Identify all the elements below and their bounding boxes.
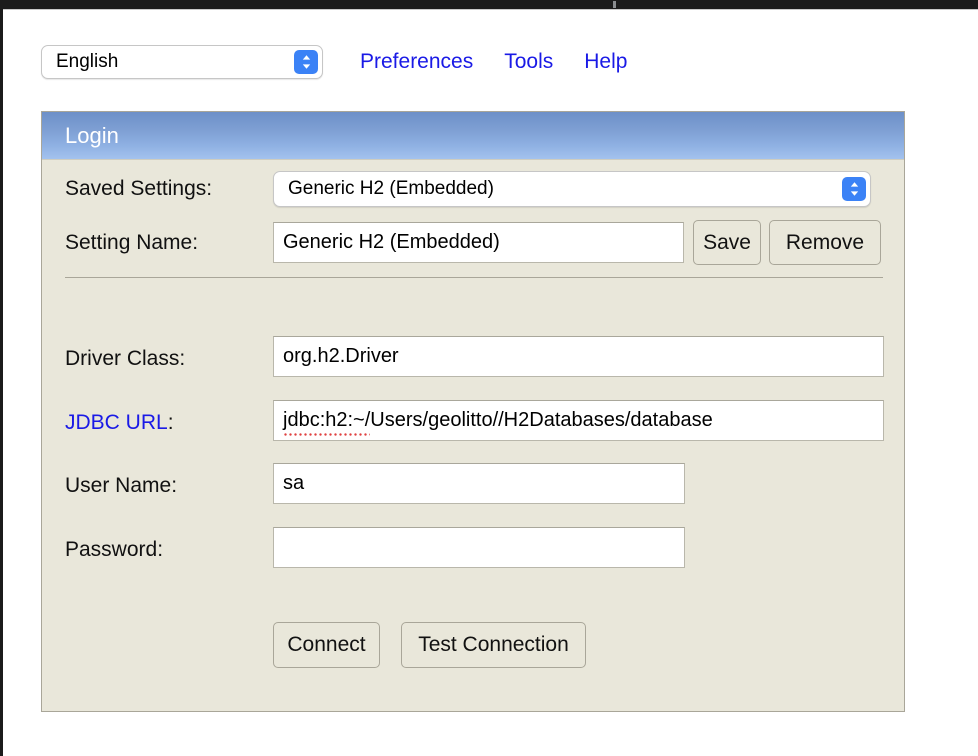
driver-class-label: Driver Class:	[65, 347, 186, 370]
page-viewport: English Preferences Tools Help Login Sav…	[3, 10, 978, 756]
test-connection-button[interactable]: Test Connection	[401, 622, 586, 668]
link-tools[interactable]: Tools	[504, 50, 553, 74]
jdbc-url-input[interactable]: jdbc:h2:~/Users/geolitto//H2Databases/da…	[273, 400, 884, 441]
saved-settings-select[interactable]: Generic H2 (Embedded)	[273, 171, 871, 207]
setting-name-label: Setting Name:	[65, 231, 199, 254]
connect-button[interactable]: Connect	[273, 622, 380, 668]
jdbc-url-label[interactable]: JDBC URL:	[65, 411, 174, 435]
saved-settings-label: Saved Settings:	[65, 177, 213, 200]
browser-chrome-strip	[0, 0, 978, 9]
top-toolbar: English Preferences Tools Help	[41, 45, 627, 79]
login-panel: Login Saved Settings: Generic H2 (Embedd…	[41, 111, 905, 712]
form-divider	[65, 277, 883, 278]
toolbar-links: Preferences Tools Help	[360, 50, 627, 74]
login-form: Saved Settings: Generic H2 (Embedded) Se…	[42, 160, 904, 711]
language-select-value: English	[56, 51, 119, 72]
jdbc-url-remainder: Users/geolitto//H2Databases/database	[370, 409, 713, 431]
saved-settings-value: Generic H2 (Embedded)	[288, 178, 494, 199]
link-help[interactable]: Help	[584, 50, 627, 74]
user-name-label: User Name:	[65, 474, 178, 497]
login-panel-header: Login	[42, 112, 904, 160]
chevron-up-down-icon[interactable]	[842, 177, 866, 201]
password-input[interactable]	[273, 527, 685, 568]
jdbc-url-misspelled-segment: jdbc:h2:~/	[283, 409, 371, 436]
driver-class-input[interactable]: org.h2.Driver	[273, 336, 884, 377]
password-label: Password:	[65, 538, 164, 561]
chrome-tab-divider	[613, 1, 616, 8]
user-name-input[interactable]: sa	[273, 463, 685, 504]
jdbc-url-label-colon: :	[167, 411, 174, 434]
link-preferences[interactable]: Preferences	[360, 50, 473, 74]
remove-button[interactable]: Remove	[769, 220, 881, 265]
language-select[interactable]: English	[41, 45, 323, 79]
setting-name-input[interactable]: Generic H2 (Embedded)	[273, 222, 684, 263]
chevron-up-down-icon[interactable]	[294, 50, 318, 74]
save-button[interactable]: Save	[693, 220, 761, 265]
jdbc-url-label-text: JDBC URL	[65, 411, 168, 434]
page-title: Login	[65, 122, 119, 148]
